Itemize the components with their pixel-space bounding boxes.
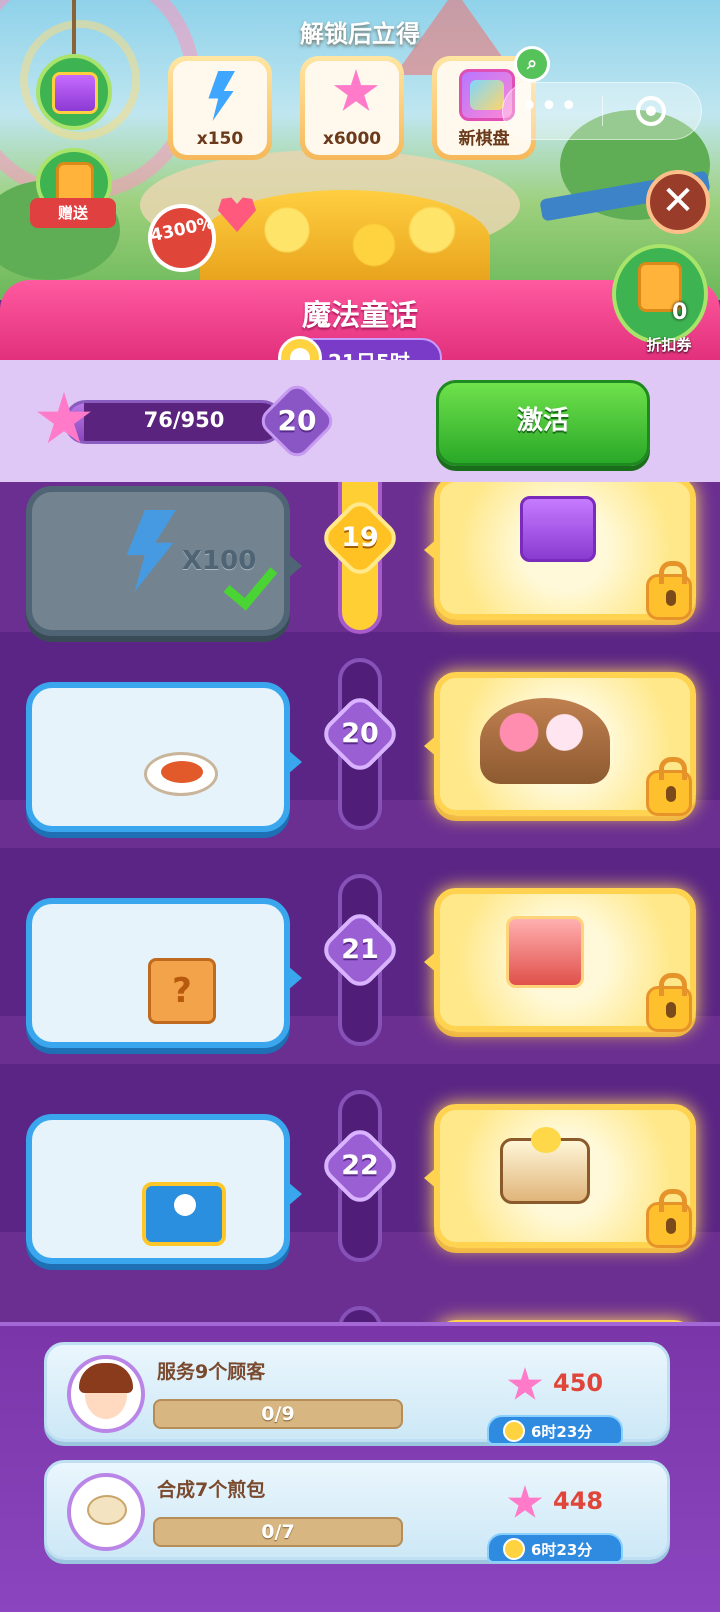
alarm-clock-icon bbox=[503, 1538, 525, 1560]
level-number: 22 bbox=[341, 1150, 379, 1181]
gift-label: 赠送 bbox=[30, 198, 116, 228]
free-reward-card[interactable]: ? bbox=[26, 898, 302, 1048]
mystery-chest-icon bbox=[506, 916, 584, 988]
task-progress-text: 0/9 bbox=[261, 1403, 295, 1425]
bun-avatar bbox=[67, 1473, 145, 1551]
lock-icon bbox=[646, 561, 692, 620]
free-reward-card[interactable] bbox=[26, 682, 302, 832]
reward-lightning[interactable]: x150 bbox=[168, 56, 272, 160]
activate-button[interactable]: 激活 bbox=[436, 380, 650, 466]
oyster-icon bbox=[144, 752, 218, 796]
coupon-count: 0 bbox=[672, 300, 688, 325]
magnify-icon[interactable]: ⌕ bbox=[514, 46, 550, 82]
free-reward-card[interactable] bbox=[26, 1114, 302, 1264]
coupon-label: 折扣券 bbox=[646, 336, 692, 354]
reward-star[interactable]: x6000 bbox=[300, 56, 404, 160]
checkmark-icon bbox=[228, 552, 284, 608]
close-miniprogram-icon[interactable] bbox=[636, 96, 666, 126]
level-number: 20 bbox=[341, 718, 379, 749]
task-card[interactable]: 合成7个煎包 0/7 448 6时23分 bbox=[44, 1460, 670, 1563]
food-platter-icon bbox=[480, 698, 610, 784]
current-level-number: 20 bbox=[277, 404, 317, 437]
task-timer: 6时23分 bbox=[487, 1415, 623, 1445]
lightning-icon bbox=[126, 510, 176, 592]
customer-avatar bbox=[67, 1355, 145, 1433]
alarm-clock-icon bbox=[503, 1420, 525, 1442]
reward-row-19: X100 19 bbox=[0, 482, 720, 684]
gift-pack-button[interactable] bbox=[36, 54, 112, 130]
task-panel: 服务9个顾客 0/9 450 6时23分 合成7个煎包 0/7 448 6时23… bbox=[0, 1322, 720, 1612]
reward-row-21: ? 21 bbox=[0, 874, 720, 1096]
rope-decoration bbox=[72, 0, 76, 58]
task-time-left: 6时23分 bbox=[531, 1541, 593, 1559]
task-progress-text: 0/7 bbox=[261, 1521, 295, 1543]
task-name: 合成7个煎包 bbox=[157, 1479, 266, 1501]
task-points: 448 bbox=[553, 1487, 604, 1515]
more-options-button[interactable]: ••• bbox=[520, 92, 580, 128]
level-number: 21 bbox=[341, 934, 379, 965]
reward-track-list[interactable]: X100 19 20 ? 21 22 bbox=[0, 482, 720, 1362]
close-button[interactable]: ✕ bbox=[646, 170, 710, 234]
task-timer: 6时23分 bbox=[487, 1533, 623, 1563]
task-points: 450 bbox=[553, 1369, 604, 1397]
reward-label: x150 bbox=[196, 129, 244, 149]
coupon-button[interactable] bbox=[612, 244, 708, 344]
level-number: 19 bbox=[341, 522, 379, 553]
lightning-icon bbox=[208, 71, 235, 121]
cake-icon bbox=[500, 1127, 590, 1204]
capsule-divider bbox=[602, 96, 603, 126]
task-name: 服务9个顾客 bbox=[157, 1361, 266, 1383]
gift-box-icon bbox=[52, 72, 98, 114]
purple-chest-icon bbox=[520, 496, 596, 562]
star-icon bbox=[333, 69, 379, 111]
task-time-left: 6时23分 bbox=[531, 1423, 593, 1441]
lock-icon bbox=[646, 973, 692, 1032]
reward-row-22: 22 bbox=[0, 1090, 720, 1312]
star-points-icon bbox=[507, 1367, 543, 1400]
reward-label: x6000 bbox=[322, 129, 382, 149]
task-card[interactable]: 服务9个顾客 0/9 450 6时23分 bbox=[44, 1342, 670, 1445]
blue-chest-icon bbox=[142, 1182, 226, 1246]
reward-row-20: 20 bbox=[0, 658, 720, 880]
star-points-icon bbox=[507, 1485, 543, 1518]
unlock-rewards-title: 解锁后立得 bbox=[300, 20, 420, 48]
lock-icon bbox=[646, 1189, 692, 1248]
free-reward-card[interactable]: X100 bbox=[26, 486, 302, 636]
lock-icon bbox=[646, 757, 692, 816]
mystery-box-icon: ? bbox=[148, 958, 216, 1024]
